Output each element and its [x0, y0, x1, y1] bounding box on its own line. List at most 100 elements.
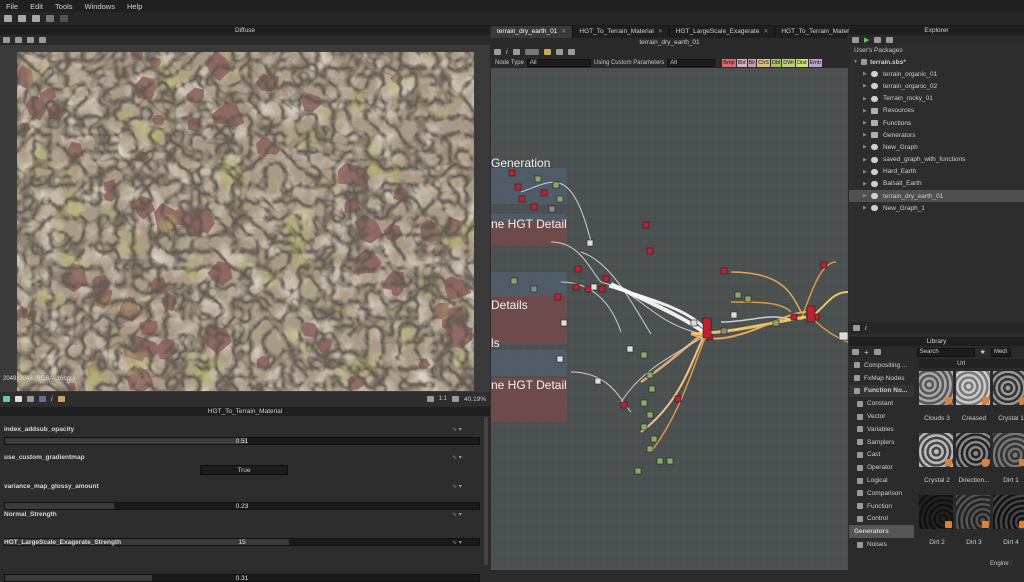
- italic-icon[interactable]: i: [506, 49, 508, 56]
- library-category[interactable]: Samplers: [849, 436, 914, 449]
- expand-arrow-icon[interactable]: ▶: [863, 132, 871, 138]
- library-category[interactable]: Cast: [849, 449, 914, 462]
- node-type-badge[interactable]: Blr: [747, 58, 757, 67]
- histogram-icon[interactable]: [57, 396, 65, 402]
- explorer-item[interactable]: ▶ New_Graph_1: [849, 202, 1024, 214]
- expand-arrow-icon[interactable]: ▶: [863, 144, 871, 150]
- explorer-item[interactable]: ▶ saved_graph_with_functions: [849, 154, 1024, 166]
- library-category[interactable]: Vector: [849, 410, 914, 423]
- graph-canvas[interactable]: Generation ne HGT Detail Details ls ne H…: [491, 72, 848, 570]
- close-icon[interactable]: ✕: [763, 26, 768, 38]
- library-asset[interactable]: Dirt 4: [993, 495, 1024, 546]
- param-slider[interactable]: 0.31: [4, 574, 480, 582]
- tiling-icon[interactable]: [15, 396, 22, 402]
- node-type-badge[interactable]: DWr: [782, 58, 796, 67]
- custom-params-select[interactable]: All: [667, 58, 716, 67]
- grid-icon[interactable]: [27, 396, 34, 402]
- library-asset[interactable]: Creased: [956, 371, 992, 422]
- explorer-item[interactable]: ▶ Functions: [849, 117, 1024, 129]
- node-type-badge[interactable]: ChS: [757, 58, 770, 67]
- library-category[interactable]: Variables: [849, 423, 914, 436]
- expand-arrow-icon[interactable]: ▶: [863, 193, 871, 199]
- expand-arrow-icon[interactable]: ▼: [853, 59, 861, 65]
- star-icon[interactable]: ★: [980, 348, 986, 356]
- expand-arrow-icon[interactable]: ▶: [863, 169, 871, 175]
- snap-icon[interactable]: [555, 49, 563, 55]
- explorer-item[interactable]: ▶ Hard_Earth: [849, 166, 1024, 178]
- open-icon[interactable]: [874, 37, 882, 43]
- save-package-icon[interactable]: [886, 37, 894, 43]
- library-category[interactable]: Noises: [849, 538, 914, 551]
- explorer-item[interactable]: ▶ Generators: [849, 129, 1024, 141]
- frame-icon[interactable]: [524, 49, 539, 55]
- library-category[interactable]: FxMap Nodes: [849, 372, 914, 385]
- library-category[interactable]: Logical: [849, 474, 914, 487]
- library-category[interactable]: Function: [849, 500, 914, 513]
- move-icon[interactable]: [27, 37, 34, 43]
- library-category[interactable]: Operator: [849, 461, 914, 474]
- media-filter[interactable]: Medi: [990, 347, 1011, 357]
- tab-hgt-largescale[interactable]: HGT_LargeScale_Exagerate ✕: [670, 26, 776, 38]
- view-icon[interactable]: [3, 37, 10, 43]
- library-category[interactable]: Function No...: [849, 384, 914, 398]
- ratio-label[interactable]: 1:1: [439, 396, 447, 402]
- expand-arrow-icon[interactable]: ▶: [863, 71, 871, 77]
- expand-arrow-icon[interactable]: ▶: [863, 108, 871, 114]
- library-asset[interactable]: Crystal 1: [993, 371, 1024, 422]
- node-type-badge[interactable]: Emb: [808, 58, 822, 67]
- camera-icon[interactable]: [15, 37, 22, 43]
- open-file-icon[interactable]: [18, 15, 26, 22]
- node-type-badge[interactable]: Dist: [796, 58, 808, 67]
- settings-icon[interactable]: [567, 49, 575, 55]
- add-icon[interactable]: +: [864, 348, 869, 357]
- function-icon[interactable]: ∿ ▾: [452, 483, 462, 490]
- toggle-button[interactable]: True: [200, 465, 288, 475]
- library-asset[interactable]: Dirt 3: [956, 495, 992, 546]
- tab-hgt-to-terrain-material[interactable]: HGT_To_Terrain_Material ✕: [573, 26, 670, 38]
- library-asset[interactable]: Dirt 2: [919, 495, 955, 546]
- align-icon[interactable]: [543, 49, 551, 55]
- param-slider[interactable]: 0.23: [4, 502, 480, 510]
- library-category[interactable]: Comparison: [849, 487, 914, 500]
- explorer-item[interactable]: ▶ terrain_organic_02: [849, 80, 1024, 92]
- close-icon[interactable]: ✕: [658, 26, 663, 38]
- node-type-badge[interactable]: Dbl: [770, 58, 782, 67]
- menu-tools[interactable]: Tools: [55, 2, 73, 11]
- menu-file[interactable]: File: [6, 2, 18, 11]
- explorer-item[interactable]: ▶ New_Graph: [849, 141, 1024, 153]
- package-terrain-sbs[interactable]: ▼ terrain.sbs*: [849, 56, 1024, 68]
- channels-icon[interactable]: [3, 396, 10, 402]
- library-category[interactable]: Constant: [849, 397, 914, 410]
- library-search-input[interactable]: Search: [916, 347, 975, 357]
- frame-icon[interactable]: [853, 325, 860, 331]
- menu-windows[interactable]: Windows: [85, 2, 115, 11]
- param-slider[interactable]: 0.51: [4, 437, 480, 445]
- zoom-level[interactable]: 40.19%: [464, 396, 486, 403]
- library-category[interactable]: Generators: [849, 525, 914, 539]
- info-icon[interactable]: i: [865, 325, 867, 332]
- fit-icon[interactable]: [39, 37, 46, 43]
- menu-edit[interactable]: Edit: [30, 2, 43, 11]
- library-asset[interactable]: Dirt 1: [993, 433, 1024, 484]
- tab-terrain-dry-earth[interactable]: terrain_dry_earth_01 ✕: [491, 26, 574, 38]
- redo-icon[interactable]: [60, 15, 68, 22]
- folder-icon[interactable]: [852, 349, 859, 355]
- node-type-badge[interactable]: Bld: [736, 58, 747, 67]
- explorer-item[interactable]: ▶ terrain_dry_earth_01: [849, 190, 1024, 203]
- library-category[interactable]: Control: [849, 513, 914, 526]
- fit-view-icon[interactable]: [426, 396, 434, 402]
- close-icon[interactable]: ✕: [561, 26, 566, 38]
- menu-help[interactable]: Help: [127, 2, 142, 11]
- filter-icon[interactable]: [873, 349, 881, 355]
- library-asset[interactable]: Direction...: [956, 433, 992, 484]
- node-type-badge[interactable]: Bmp: [722, 58, 736, 67]
- explorer-item[interactable]: ▶ Balsalt_Earth: [849, 178, 1024, 190]
- function-icon[interactable]: ∿ ▾: [452, 454, 462, 461]
- explorer-item[interactable]: ▶ terrain_organic_01: [849, 68, 1024, 80]
- explorer-item[interactable]: ▶ Resources: [849, 105, 1024, 117]
- expand-arrow-icon[interactable]: ▶: [863, 96, 871, 102]
- save-icon[interactable]: [32, 15, 40, 22]
- library-category[interactable]: Compositing ...: [849, 359, 914, 372]
- graph-tools-icon[interactable]: [494, 49, 501, 55]
- expand-arrow-icon[interactable]: ▶: [863, 120, 871, 126]
